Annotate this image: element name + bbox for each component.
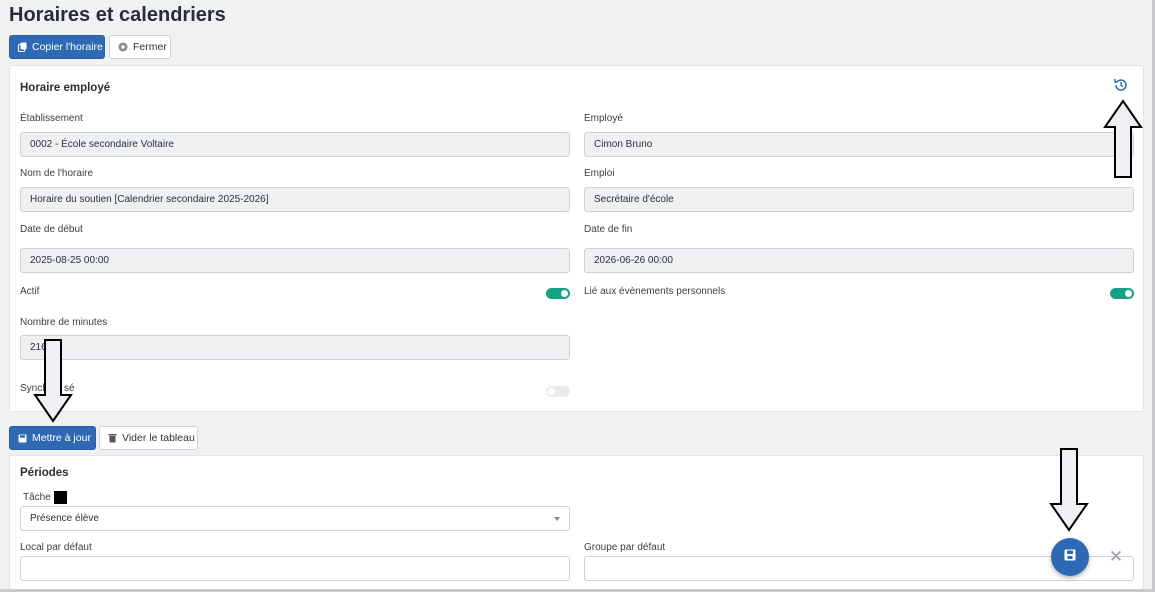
etablissement-label: Établissement [20,113,83,124]
floating-close-button[interactable]: ✕ [1099,540,1133,574]
date-debut-label: Date de début [20,224,83,235]
periodes-title: Périodes [20,467,69,479]
emploi-field[interactable]: Secrétaire d'école [584,187,1134,212]
tache-label-text: Tâche [23,492,51,504]
arrow-down-icon [33,339,73,423]
chevron-down-icon [554,517,560,521]
close-circle-icon [118,42,128,52]
actif-toggle[interactable] [546,288,570,299]
section-title: Horaire employé [20,82,111,94]
nombre-minutes-label: Nombre de minutes [20,317,108,328]
arrow-up-icon [1103,99,1143,178]
trash-icon [108,433,117,443]
close-icon: ✕ [1108,547,1124,566]
tache-select[interactable]: Présence élève [20,506,570,531]
tache-select-value: Présence élève [30,513,99,524]
synchronise-toggle[interactable] [546,386,570,397]
nombre-minutes-field[interactable]: 216 [20,335,570,360]
close-label: Fermer [133,41,167,53]
employee-schedule-card: Horaire employé Établissement 0002 - Éco… [9,65,1144,412]
update-label: Mettre à jour [32,432,91,444]
copy-schedule-label: Copier l'horaire [32,41,103,53]
page-title: Horaires et calendriers [9,4,226,26]
clear-table-button[interactable]: Vider le tableau [99,426,198,450]
employe-label: Employé [584,113,623,124]
clear-table-label: Vider le tableau [122,432,195,444]
save-icon [1064,548,1076,566]
nom-horaire-label: Nom de l'horaire [20,168,94,179]
floating-save-button[interactable] [1051,538,1089,576]
nom-horaire-field[interactable]: Horaire du soutien [Calendrier secondair… [20,187,570,212]
local-field[interactable] [20,556,570,581]
close-button[interactable]: Fermer [109,35,171,59]
tache-label: Tâche [23,491,67,504]
date-debut-field[interactable]: 2025-08-25 00:00 [20,248,570,273]
update-button[interactable]: Mettre à jour [9,426,96,450]
date-fin-label: Date de fin [584,224,633,235]
date-fin-field[interactable]: 2026-06-26 00:00 [584,248,1134,273]
history-icon[interactable] [1113,77,1129,93]
lie-evenements-label: Lié aux évènements personnels [584,286,726,297]
arrow-down-icon [1049,448,1089,532]
copy-icon [18,42,27,52]
actif-label: Actif [20,286,40,297]
emploi-label: Emploi [584,168,615,179]
periodes-card: Périodes Tâche Présence élève Local par … [9,455,1144,590]
etablissement-field[interactable]: 0002 - École secondaire Voltaire [20,132,570,157]
lie-evenements-toggle[interactable] [1110,288,1134,299]
copy-schedule-button[interactable]: Copier l'horaire [9,35,105,59]
groupe-label: Groupe par défaut [584,542,666,553]
save-icon [18,433,27,443]
redaction-box [53,491,67,504]
employe-field[interactable]: Cimon Bruno [584,132,1134,157]
local-label: Local par défaut [20,542,92,553]
